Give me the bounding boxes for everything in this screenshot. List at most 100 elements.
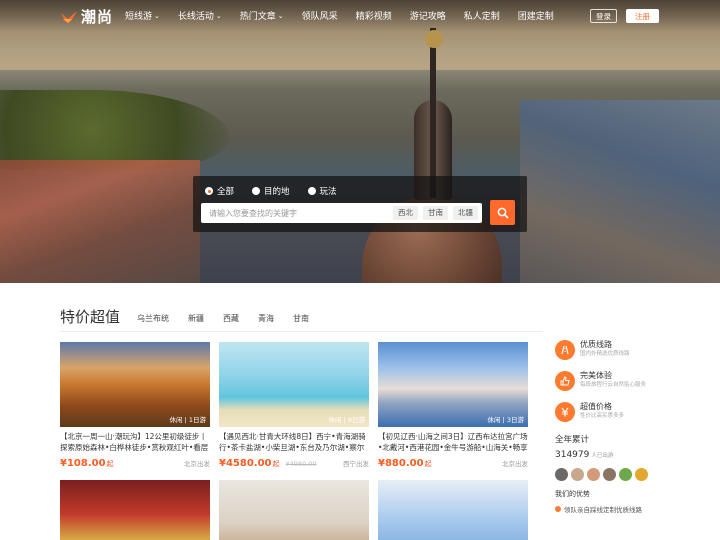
chevron-down-icon: ⌄ bbox=[215, 11, 222, 20]
login-button[interactable]: 登录 bbox=[590, 9, 617, 23]
advantage-text: 领队亲自踩线定制优质线路 bbox=[564, 506, 642, 514]
avatar[interactable] bbox=[571, 468, 584, 481]
tab-gannan[interactable]: 甘南 bbox=[293, 313, 309, 324]
tour-tag: 休闲 | 3日游 bbox=[487, 416, 524, 424]
tour-image[interactable]: 休闲 | 1日游 bbox=[60, 342, 210, 427]
price-unit: 起 bbox=[424, 460, 432, 468]
tour-card[interactable] bbox=[378, 480, 528, 540]
tour-title[interactable]: 【遇见西北·甘青大环线8日】西宁•青海湖骑行•茶卡盐湖•小柴旦湖•东台及乃尔湖•… bbox=[219, 431, 369, 453]
register-button[interactable]: 注册 bbox=[626, 9, 659, 23]
radio-icon bbox=[307, 187, 316, 195]
thumb-icon bbox=[555, 371, 575, 391]
bullet-icon bbox=[555, 506, 561, 512]
tour-image[interactable]: 休闲 | 3日游 bbox=[378, 342, 528, 427]
nav-item-label: 游记攻略 bbox=[409, 12, 446, 22]
road-icon bbox=[555, 340, 575, 360]
search-panel: 全部 目的地 玩法 请输入您要查找的关键字 西北 甘南 北疆 bbox=[193, 176, 527, 232]
nav-item-videos[interactable]: 精彩视频 bbox=[356, 9, 392, 22]
hot-tag[interactable]: 西北 bbox=[393, 206, 418, 220]
section-divider bbox=[60, 331, 543, 332]
hero-trees bbox=[0, 90, 230, 170]
hero-roofs-left bbox=[0, 160, 200, 283]
tour-title[interactable]: 【初见辽西·山海之间3日】辽西布达拉宫广场•北戴河•西港花园•金牛号游船•山海关… bbox=[378, 431, 528, 453]
nav-menu: 短线游 ⌄ 长线活动 ⌄ 热门文章 ⌄ 领队风采 精彩视频 游记攻略 私人定制 团建定… bbox=[125, 9, 572, 23]
tab-qinghai[interactable]: 青海 bbox=[258, 313, 274, 324]
search-option-all[interactable]: 全部 bbox=[205, 185, 234, 197]
tour-image[interactable] bbox=[60, 480, 210, 540]
tab-wulanbutong[interactable]: 乌兰布统 bbox=[137, 313, 169, 324]
avatar[interactable] bbox=[587, 468, 600, 481]
tour-card[interactable] bbox=[60, 480, 210, 540]
tour-card[interactable]: 休闲 | 1日游 【北京一周一山·潮玩沟】12公里初级徒步丨探索原始森林•白桦林… bbox=[60, 342, 210, 469]
avatar[interactable] bbox=[635, 468, 648, 481]
tour-origin: 北京出发 bbox=[184, 460, 210, 468]
search-option-destination[interactable]: 目的地 bbox=[252, 185, 290, 197]
feature-subtitle: 每段旅程行云自然贴心服务 bbox=[580, 382, 647, 388]
avatar[interactable] bbox=[555, 468, 568, 481]
section-tabs: 乌兰布统 新疆 西藏 青海 甘南 bbox=[137, 313, 328, 324]
nav-item-label: 精彩视频 bbox=[355, 12, 392, 22]
tour-price: ¥108.00 bbox=[60, 458, 106, 469]
avatar[interactable] bbox=[619, 468, 632, 481]
tour-card[interactable]: 休闲 | 3日游 【初见辽西·山海之间3日】辽西布达拉宫广场•北戴河•西港花园•… bbox=[378, 342, 528, 469]
price-row: ¥880.00 起 北京出发 bbox=[378, 458, 528, 469]
nav-item-label: 领队风采 bbox=[301, 12, 338, 22]
search-button[interactable] bbox=[490, 200, 515, 225]
search-option-play[interactable]: 玩法 bbox=[307, 185, 337, 197]
tour-card[interactable]: 休闲 | 8日游 【遇见西北·甘青大环线8日】西宁•青海湖骑行•茶卡盐湖•小柴旦… bbox=[219, 342, 369, 469]
total-count: 314979 bbox=[555, 450, 590, 460]
advantages-title: 我们的优势 bbox=[555, 490, 590, 498]
feature-subtitle: 性价比高实惠多多 bbox=[580, 413, 625, 419]
total-unit: 人已出游 bbox=[591, 453, 614, 459]
nav-item-short-trips[interactable]: 短线游 ⌄ bbox=[125, 9, 160, 23]
total-row: 314979 人已出游 bbox=[555, 450, 665, 460]
chevron-down-icon: ⌄ bbox=[154, 11, 160, 20]
tour-price: ¥880.00 bbox=[378, 458, 424, 469]
price-unit: 起 bbox=[272, 460, 280, 468]
tour-image[interactable]: 休闲 | 8日游 bbox=[219, 342, 369, 427]
logo[interactable]: 潮尚 bbox=[60, 6, 113, 27]
radio-label: 玩法 bbox=[319, 187, 337, 197]
advantage-item: 领队亲自踩线定制优质线路 bbox=[555, 504, 665, 514]
tour-card[interactable] bbox=[219, 480, 369, 540]
chevron-down-icon: ⌄ bbox=[277, 11, 284, 20]
tour-origin: 北京出发 bbox=[502, 460, 528, 468]
hero-spire-ball bbox=[425, 30, 443, 48]
tour-image[interactable] bbox=[378, 480, 528, 540]
nav-item-leaders[interactable]: 领队风采 bbox=[302, 9, 338, 22]
price-icon bbox=[555, 402, 575, 422]
radio-icon bbox=[252, 187, 261, 195]
nav-item-travel-guides[interactable]: 游记攻略 bbox=[410, 9, 446, 22]
feature-title: 超值价格 bbox=[580, 402, 612, 411]
hot-tag[interactable]: 甘南 bbox=[423, 206, 448, 220]
total-label: 全年累计 bbox=[555, 435, 590, 445]
sidebar: 优质线路 国内外精选优质线路 完美体验 每段旅程行云自然贴心服务 超值价格 性价… bbox=[555, 340, 665, 514]
search-icon bbox=[497, 207, 509, 219]
tour-image[interactable] bbox=[219, 480, 369, 540]
tab-xinjiang[interactable]: 新疆 bbox=[188, 313, 204, 324]
hot-tags: 西北 甘南 北疆 bbox=[393, 206, 478, 220]
hot-tag[interactable]: 北疆 bbox=[453, 206, 478, 220]
avatar[interactable] bbox=[603, 468, 616, 481]
nav-item-long-activities[interactable]: 长线活动 ⌄ bbox=[177, 9, 222, 23]
top-nav: 潮尚 短线游 ⌄ 长线活动 ⌄ 热门文章 ⌄ 领队风采 精彩视频 游记攻略 私人定制 … bbox=[0, 0, 720, 32]
feature-title: 完美体验 bbox=[580, 371, 612, 380]
nav-item-team-custom[interactable]: 团建定制 bbox=[518, 9, 554, 22]
nav-item-label: 长线活动 bbox=[177, 12, 214, 22]
section-title: 特价超值 bbox=[60, 308, 121, 326]
radio-icon bbox=[205, 187, 213, 195]
tour-old-price: ¥4980.00 bbox=[285, 460, 317, 468]
hero-banner bbox=[0, 0, 720, 283]
nav-item-private-custom[interactable]: 私人定制 bbox=[464, 9, 500, 22]
bird-logo-icon bbox=[60, 10, 78, 24]
radio-label: 全部 bbox=[217, 187, 235, 197]
tour-title[interactable]: 【北京一周一山·潮玩沟】12公里初级徒步丨探索原始森林•白桦林徒步•赏秋观红叶•… bbox=[60, 431, 210, 453]
tour-price-value: 108.00 bbox=[66, 458, 106, 469]
feature-title: 优质线路 bbox=[580, 340, 612, 349]
nav-item-hot-articles[interactable]: 热门文章 ⌄ bbox=[240, 9, 284, 23]
feature-quality-routes: 优质线路 国内外精选优质线路 bbox=[555, 340, 665, 360]
feature-perfect-experience: 完美体验 每段旅程行云自然贴心服务 bbox=[555, 371, 665, 391]
tab-xizang[interactable]: 西藏 bbox=[223, 313, 239, 324]
tour-price-value: 880.00 bbox=[384, 458, 424, 469]
price-unit: 起 bbox=[106, 460, 114, 468]
